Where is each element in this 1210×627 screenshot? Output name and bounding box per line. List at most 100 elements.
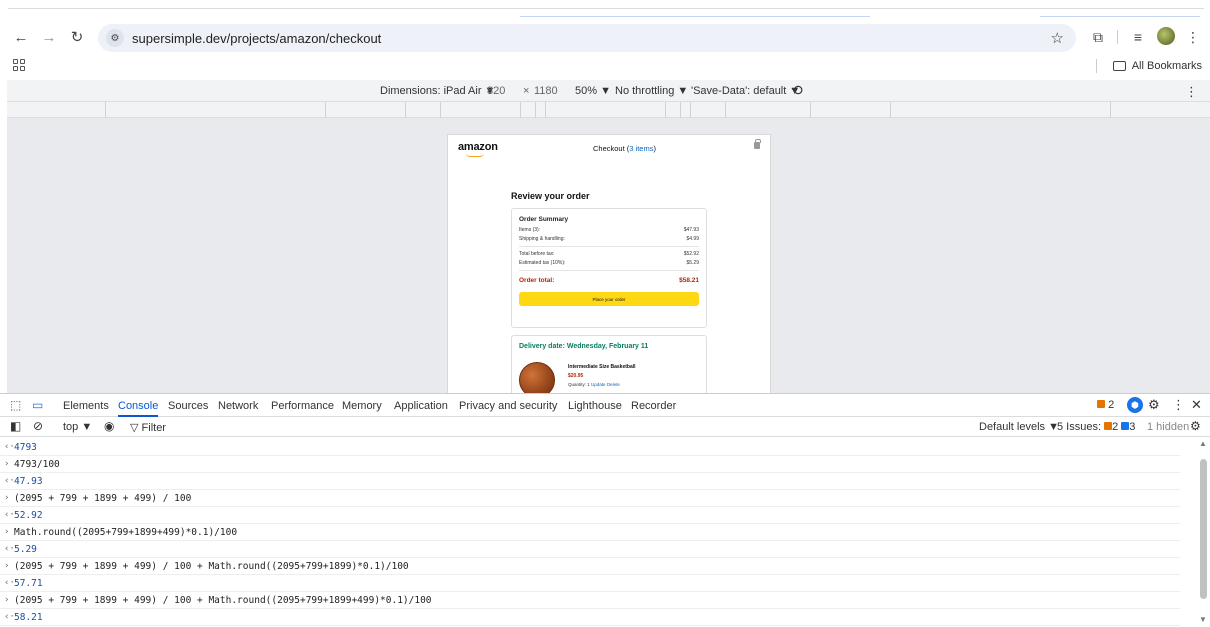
save-data-select[interactable]: 'Save-Data': default ▼ xyxy=(691,85,800,97)
close-icon[interactable]: ✕ xyxy=(1191,397,1202,413)
scroll-up-icon[interactable]: ▲ xyxy=(1199,439,1207,448)
inspect-element-icon[interactable]: ⬚ xyxy=(10,398,21,412)
tab-console[interactable]: Console xyxy=(118,400,159,417)
back-icon[interactable]: ← xyxy=(8,24,34,50)
profile-avatar[interactable] xyxy=(1157,27,1175,45)
tax-value: $5.29 xyxy=(686,260,699,266)
reading-list-icon[interactable]: ≡ xyxy=(1128,26,1148,48)
place-order-button[interactable]: Place your order xyxy=(519,292,699,306)
device-dimensions-select[interactable]: Dimensions: iPad Air ▼ xyxy=(380,85,495,97)
result-chevron-icon: ‹· xyxy=(4,612,15,622)
ai-assistant-icon[interactable]: ⬢ xyxy=(1127,397,1143,413)
console-text: (2095 + 799 + 1899 + 499) / 100 + Math.r… xyxy=(14,594,432,606)
console-input-line[interactable]: › (2095 + 799 + 1899 + 499) / 100 + Math.… xyxy=(0,592,1180,609)
media-query-ruler xyxy=(7,102,1210,118)
issues-button[interactable]: 5 Issues: 2 3 xyxy=(1057,421,1135,433)
scroll-down-icon[interactable]: ▼ xyxy=(1199,615,1207,624)
context-select[interactable]: top ▼ xyxy=(63,421,92,433)
console-text: 4793 xyxy=(14,441,37,453)
emulated-page: amazon Checkout (3 items) Review your or… xyxy=(447,134,771,393)
tab-recorder[interactable]: Recorder xyxy=(631,400,676,412)
logo-text: amazon xyxy=(458,141,498,153)
input-chevron-icon: › xyxy=(4,561,10,571)
url-text[interactable]: supersimple.dev/projects/amazon/checkout xyxy=(132,31,381,46)
console-result-line[interactable]: ‹· 57.71 xyxy=(0,575,1180,592)
issues-warn-count: 2 xyxy=(1112,421,1119,433)
forward-icon[interactable]: → xyxy=(36,24,62,50)
device-width-input[interactable]: 820 xyxy=(487,85,505,97)
settings-gear-icon[interactable]: ⚙ xyxy=(1148,397,1160,413)
console-input-line[interactable]: › (2095 + 799 + 1899 + 499) / 100 xyxy=(0,490,1180,507)
rotate-icon[interactable]: ⟲ xyxy=(791,82,803,99)
dimension-times: × xyxy=(523,85,530,97)
tab-privacy-security[interactable]: Privacy and security xyxy=(459,400,557,412)
scrollbar-thumb[interactable] xyxy=(1200,459,1207,599)
warnings-badge[interactable]: 2 xyxy=(1097,399,1114,411)
tab-lighthouse[interactable]: Lighthouse xyxy=(568,400,622,412)
summary-row-items: Items (3): $47.93 xyxy=(519,227,699,233)
all-bookmarks[interactable]: All Bookmarks xyxy=(1095,59,1202,73)
console-text: 5.29 xyxy=(14,543,37,555)
device-toggle-icon[interactable]: ▭ xyxy=(32,398,43,412)
toolbar-separator xyxy=(1117,30,1118,44)
site-info-icon[interactable]: ⚙ xyxy=(106,29,124,47)
console-result-line[interactable]: ‹· 4793 xyxy=(0,439,1180,456)
summary-title: Order Summary xyxy=(519,216,569,223)
throttling-select[interactable]: No throttling ▼ xyxy=(615,85,688,97)
input-chevron-icon: › xyxy=(4,459,10,469)
bookmark-star-icon[interactable]: ☆ xyxy=(1051,29,1064,47)
product-name: Intermediate Size Basketball xyxy=(568,364,636,370)
shipping-value: $4.99 xyxy=(686,236,699,242)
tab-elements[interactable]: Elements xyxy=(63,400,109,412)
zoom-select[interactable]: 50% ▼ xyxy=(575,85,611,97)
tax-label: Estimated tax (10%): xyxy=(519,260,566,266)
console-text: 58.21 xyxy=(14,611,43,623)
issues-info-count: 3 xyxy=(1129,421,1136,433)
checkout-items-link[interactable]: 3 items xyxy=(629,144,653,153)
default-levels-select[interactable]: Default levels ▼ xyxy=(979,421,1059,433)
sidebar-toggle-icon[interactable]: ◧ xyxy=(10,419,21,433)
checkout-header: amazon Checkout (3 items) xyxy=(448,135,770,165)
total-label: Order total: xyxy=(519,277,555,284)
console-input-line[interactable]: › Math.round((2095+799+1899+499)*0.1)/100 xyxy=(0,524,1180,541)
apps-grid-icon[interactable] xyxy=(13,59,25,71)
device-more-icon[interactable]: ⋮ xyxy=(1185,84,1198,100)
summary-row-tax: Estimated tax (10%): $5.29 xyxy=(519,260,699,266)
reload-icon[interactable]: ↻ xyxy=(64,24,90,50)
tab-sources[interactable]: Sources xyxy=(168,400,208,412)
before-tax-value: $52.92 xyxy=(683,251,699,257)
delete-link[interactable]: Delete xyxy=(607,382,620,387)
console-toolbar: ◧ ⊘ top ▼ ◉ ▽ Filter Default levels ▼ 5 … xyxy=(0,417,1210,437)
device-height-input[interactable]: 1180 xyxy=(534,85,558,97)
amazon-logo[interactable]: amazon xyxy=(458,141,498,157)
tab-network[interactable]: Network xyxy=(218,400,258,412)
console-output[interactable]: ‹· 4793 › 4793/100 ‹· 47.93 › (2095 + 799 + 189… xyxy=(0,439,1194,627)
console-text: Math.round((2095+799+1899+499)*0.1)/100 xyxy=(14,526,238,538)
tab-performance[interactable]: Performance xyxy=(271,400,334,412)
live-expression-eye-icon[interactable]: ◉ xyxy=(104,419,114,433)
tab-application[interactable]: Application xyxy=(394,400,448,412)
console-input-line[interactable]: › (2095 + 799 + 1899 + 499) / 100 + Math.… xyxy=(0,558,1180,575)
extensions-icon[interactable]: ⧉ xyxy=(1088,26,1108,48)
basketball-image xyxy=(519,362,555,393)
all-bookmarks-label[interactable]: All Bookmarks xyxy=(1132,60,1202,72)
console-scrollbar[interactable]: ▲ ▼ xyxy=(1198,437,1210,627)
shipping-label: Shipping & handling: xyxy=(519,236,565,242)
console-settings-icon[interactable]: ⚙ xyxy=(1190,419,1201,433)
console-input-line[interactable]: › 4793/100 xyxy=(0,456,1180,473)
clear-console-icon[interactable]: ⊘ xyxy=(33,419,43,433)
console-result-line[interactable]: ‹· 47.93 xyxy=(0,473,1180,490)
filter-input[interactable]: ▽ Filter xyxy=(130,421,166,434)
console-result-line[interactable]: ‹· 52.92 xyxy=(0,507,1180,524)
address-bar[interactable]: ⚙ supersimple.dev/projects/amazon/checko… xyxy=(98,24,1076,52)
console-result-line[interactable]: ‹· 58.21 xyxy=(0,609,1180,626)
update-link[interactable]: Update xyxy=(591,382,606,387)
console-result-line[interactable]: ‹· 5.29 xyxy=(0,541,1180,558)
summary-divider xyxy=(519,270,699,271)
browser-menu-icon[interactable]: ⋮ xyxy=(1186,26,1200,48)
tab-memory[interactable]: Memory xyxy=(342,400,382,412)
devtools-tabbar: ⬚ ▭ Elements Console Sources Network Per… xyxy=(0,393,1210,417)
console-text: 57.71 xyxy=(14,577,43,589)
devtools-menu-icon[interactable]: ⋮ xyxy=(1172,397,1185,413)
delivery-date: Delivery date: Wednesday, February 11 xyxy=(519,343,649,350)
